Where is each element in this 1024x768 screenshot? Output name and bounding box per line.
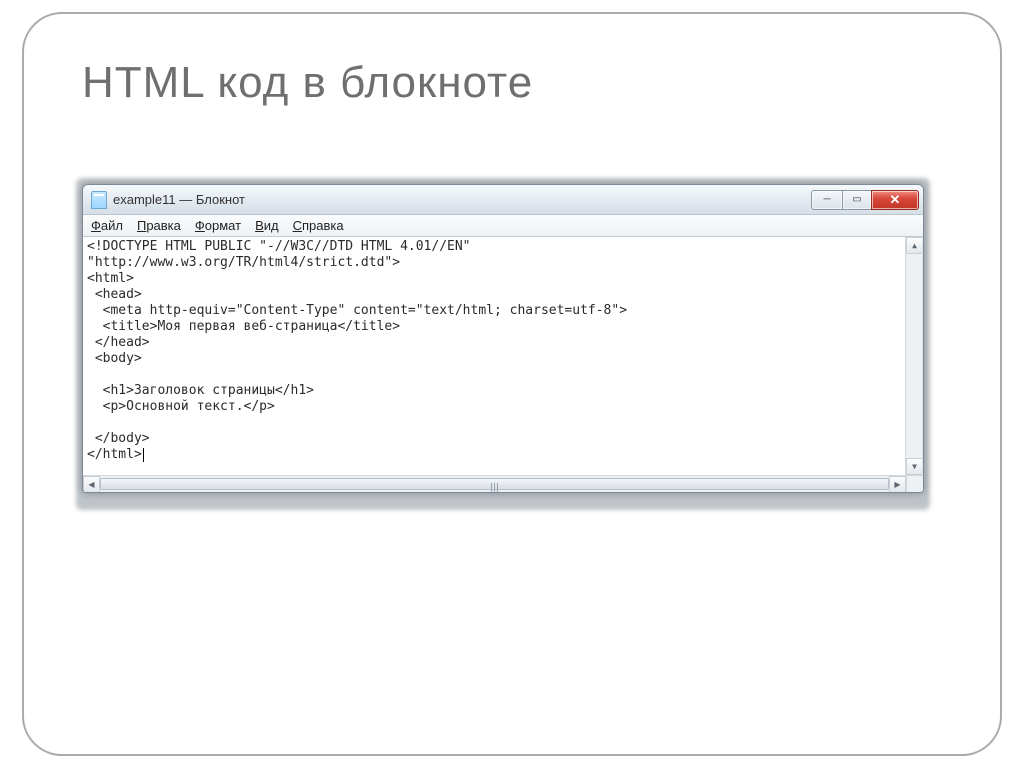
scroll-right-button[interactable]: ▶ [889, 476, 906, 493]
code-line: <h1>Заголовок страницы</h1> [87, 383, 314, 398]
scrollbar-thumb[interactable] [100, 478, 889, 490]
close-button[interactable]: ✕ [871, 190, 919, 210]
window-title: example11 — Блокнот [113, 192, 812, 207]
scroll-up-button[interactable]: ▲ [906, 237, 923, 254]
scroll-down-button[interactable]: ▼ [906, 458, 923, 475]
menubar: Файл Правка Формат Вид Справка [83, 215, 923, 237]
slide-title: HTML код в блокноте [82, 58, 533, 108]
minimize-button[interactable]: ─ [811, 190, 843, 210]
notepad-window: example11 — Блокнот ─ ▭ ✕ Файл Правка Фо… [82, 184, 924, 493]
text-cursor [143, 448, 144, 462]
code-line: <html> [87, 271, 134, 286]
code-line: <!DOCTYPE HTML PUBLIC "-//W3C//DTD HTML … [87, 239, 471, 254]
code-line: </head> [87, 335, 150, 350]
scrollbar-grip [485, 482, 505, 492]
menu-edit[interactable]: Правка [137, 218, 181, 233]
window-controls: ─ ▭ ✕ [812, 190, 919, 210]
code-line: <head> [87, 287, 142, 302]
code-line: <body> [87, 351, 142, 366]
code-line: <meta http-equiv="Content-Type" content=… [87, 303, 627, 318]
code-line: </body> [87, 431, 150, 446]
content-wrap: <!DOCTYPE HTML PUBLIC "-//W3C//DTD HTML … [83, 237, 923, 475]
menu-help[interactable]: Справка [293, 218, 344, 233]
code-line: "http://www.w3.org/TR/html4/strict.dtd"> [87, 255, 400, 270]
scrollbar-corner [906, 476, 923, 493]
notepad-icon [91, 191, 107, 209]
code-line: <title>Моя первая веб-страница</title> [87, 319, 400, 334]
menu-format[interactable]: Формат [195, 218, 241, 233]
horizontal-scrollbar[interactable]: ◀ ▶ [83, 475, 923, 492]
vertical-scrollbar[interactable]: ▲ ▼ [905, 237, 922, 475]
menu-view[interactable]: Вид [255, 218, 279, 233]
maximize-button[interactable]: ▭ [842, 190, 872, 210]
scroll-left-button[interactable]: ◀ [83, 476, 100, 493]
text-area[interactable]: <!DOCTYPE HTML PUBLIC "-//W3C//DTD HTML … [83, 237, 923, 475]
code-line: <p>Основной текст.</p> [87, 399, 275, 414]
code-line: </html> [87, 447, 142, 462]
titlebar[interactable]: example11 — Блокнот ─ ▭ ✕ [83, 185, 923, 215]
menu-file[interactable]: Файл [91, 218, 123, 233]
